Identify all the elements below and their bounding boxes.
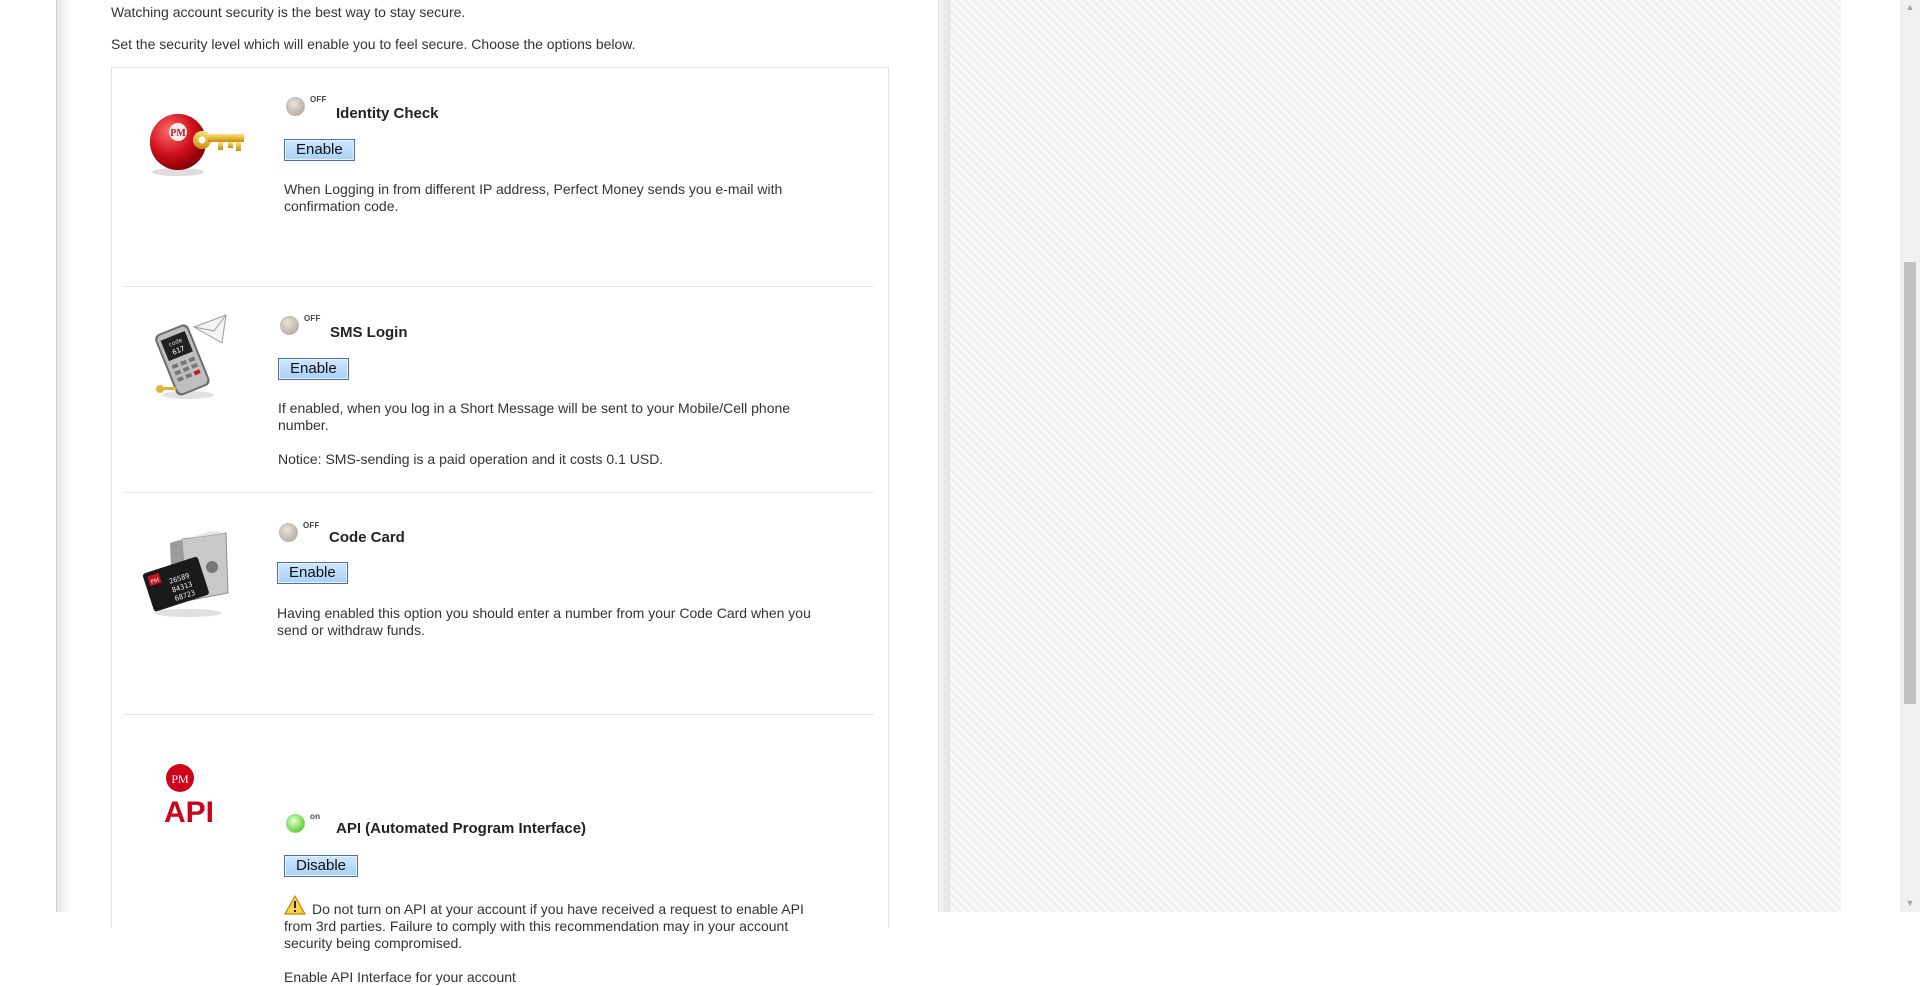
status-lamp-icon: [286, 814, 305, 833]
svg-text:PM: PM: [170, 128, 186, 139]
enable-sms-login-button[interactable]: Enable: [278, 358, 349, 380]
option-description: If enabled, when you log in a Short Mess…: [278, 400, 790, 468]
option-identity-check: PM OFF Identity Check Enable When Loggin…: [112, 68, 888, 286]
status-lamp-icon: [280, 316, 299, 335]
option-code-card: PM 26589 84313 68723 OFF Code Card Enabl…: [112, 493, 888, 713]
option-title: Code Card: [329, 529, 405, 546]
description-line: send or withdraw funds.: [277, 622, 425, 638]
status-label: OFF: [304, 314, 321, 323]
scrollbar-thumb[interactable]: [1904, 262, 1916, 704]
sms-notice: Notice: SMS-sending is a paid operation …: [278, 451, 664, 467]
warning-line: security being compromised.: [284, 935, 463, 951]
status-indicator: OFF: [279, 521, 320, 542]
status-label: OFF: [303, 521, 320, 530]
description-line: Having enabled this option you should en…: [277, 605, 811, 621]
disable-api-button[interactable]: Disable: [284, 855, 359, 877]
sidebar-background: [950, 0, 1841, 912]
option-sms-login: code 617 OFF SMS Login Enable If enabled…: [112, 287, 888, 497]
description-line: When Logging in from different IP addres…: [284, 181, 783, 197]
description-line: number.: [278, 417, 329, 433]
option-description: When Logging in from different IP addres…: [284, 181, 782, 215]
key-icon: PM: [146, 106, 250, 183]
vertical-scrollbar[interactable]: ▲ ▼: [1900, 0, 1920, 912]
status-indicator: OFF: [280, 314, 321, 335]
status-lamp-icon: [279, 523, 298, 542]
enable-identity-check-button[interactable]: Enable: [284, 139, 355, 161]
api-enable-text: Enable API Interface for your account: [284, 969, 516, 985]
status-label: OFF: [310, 95, 327, 104]
description-line: If enabled, when you log in a Short Mess…: [278, 400, 791, 416]
api-warning: Do not turn on API at your account if yo…: [284, 901, 804, 986]
status-indicator: OFF: [286, 95, 327, 116]
api-logo-text: API: [164, 796, 214, 829]
security-options-panel: PM OFF Identity Check Enable When Loggin…: [111, 67, 889, 985]
option-api: PM API on API (Automated Program Interfa…: [112, 715, 888, 985]
intro-text: Watching account security is the best wa…: [111, 4, 466, 20]
scroll-down-icon[interactable]: ▼: [1904, 896, 1916, 910]
pm-logo-text: PM: [171, 772, 189, 786]
api-logo-icon: PM API: [162, 760, 232, 835]
enable-code-card-button[interactable]: Enable: [277, 562, 348, 584]
option-description: Having enabled this option you should en…: [277, 605, 811, 639]
option-title: SMS Login: [330, 324, 408, 341]
description-line: confirmation code.: [284, 198, 399, 214]
warning-line: from 3rd parties. Failure to comply with…: [284, 918, 789, 934]
scroll-up-icon[interactable]: ▲: [1904, 0, 1916, 14]
intro-instructions: Set the security level which will enable…: [111, 36, 636, 52]
left-gutter: [0, 0, 57, 912]
right-gutter: [1841, 0, 1900, 912]
status-indicator: on: [286, 812, 321, 833]
warning-line: Do not turn on API at your account if yo…: [312, 901, 804, 917]
option-title: Identity Check: [336, 105, 439, 122]
status-label: on: [310, 812, 321, 821]
left-shadow: [57, 0, 72, 912]
option-title: API (Automated Program Interface): [336, 820, 587, 837]
code-card-icon: PM 26589 84313 68723: [142, 529, 234, 624]
status-lamp-icon: [286, 97, 305, 116]
phone-icon: code 617: [146, 309, 232, 406]
